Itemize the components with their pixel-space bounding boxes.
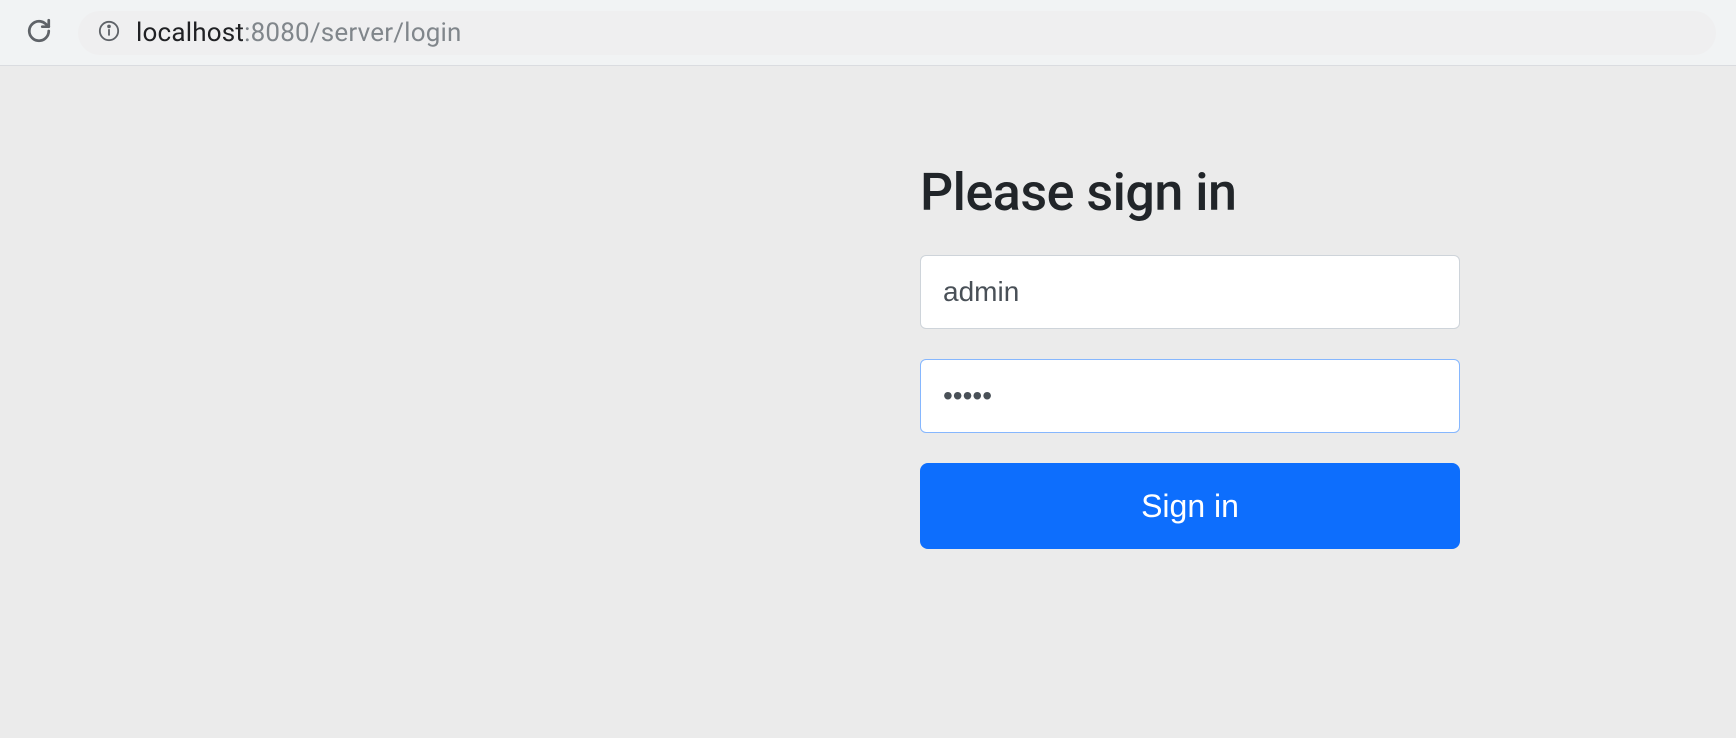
reload-icon	[26, 18, 52, 47]
address-bar[interactable]: localhost:8080/server/login	[78, 11, 1716, 55]
login-form: Please sign in Sign in	[920, 162, 1460, 549]
page-content: Please sign in Sign in	[0, 66, 1736, 738]
reload-button[interactable]	[20, 12, 58, 53]
url-path: :8080/server/login	[244, 18, 462, 48]
page-title: Please sign in	[920, 162, 1460, 223]
url-host: localhost	[136, 18, 244, 48]
username-input[interactable]	[920, 255, 1460, 329]
password-input[interactable]	[920, 359, 1460, 433]
signin-button[interactable]: Sign in	[920, 463, 1460, 549]
url-text: localhost:8080/server/login	[136, 18, 462, 48]
site-info-button[interactable]	[96, 18, 122, 47]
browser-toolbar: localhost:8080/server/login	[0, 0, 1736, 66]
info-icon	[98, 20, 120, 45]
